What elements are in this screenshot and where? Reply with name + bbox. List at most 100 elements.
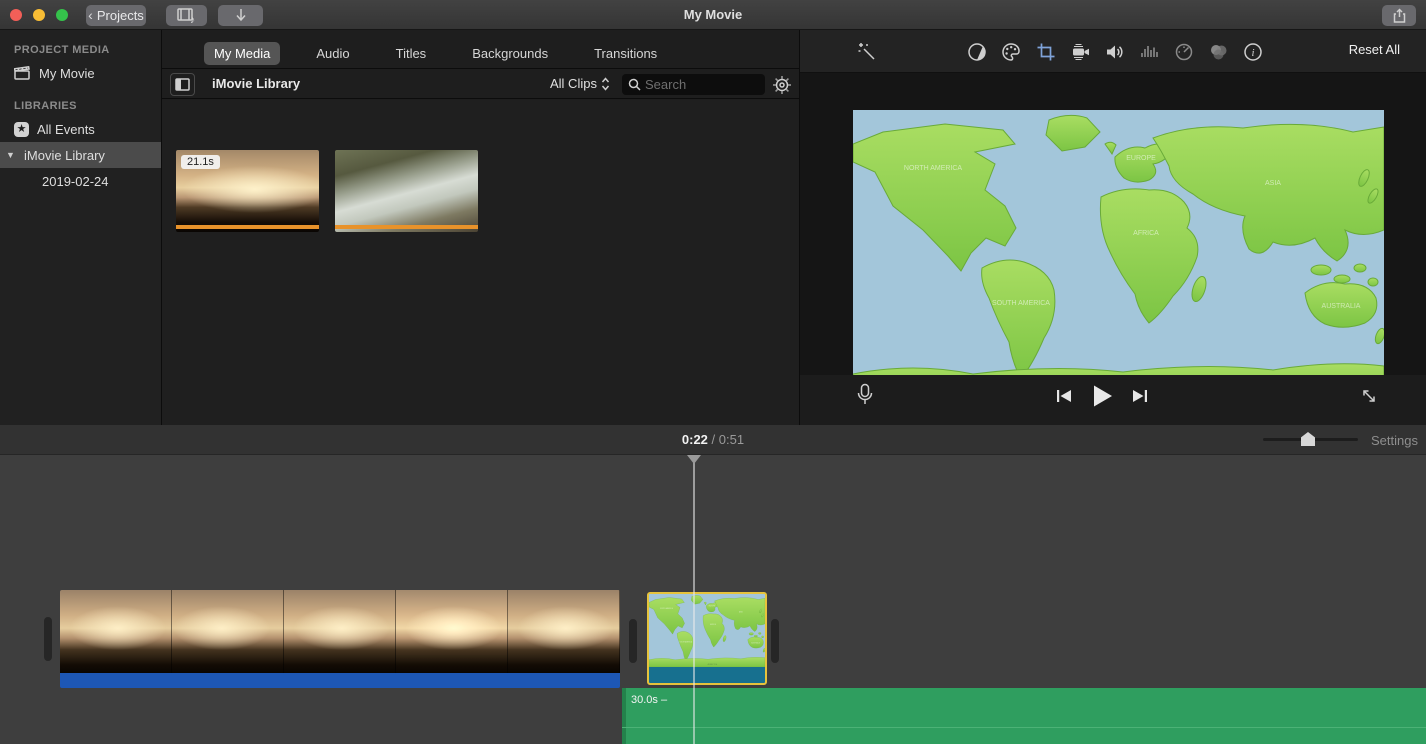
preview-frame-world-map: [853, 110, 1384, 403]
sidebar-toggle-button[interactable]: [170, 73, 195, 96]
imovie-library-label: iMovie Library: [24, 148, 105, 163]
svg-text:i: i: [1251, 47, 1254, 59]
audio-waveform-bar: [60, 673, 620, 688]
all-clips-filter[interactable]: All Clips: [550, 76, 610, 91]
tab-my-media[interactable]: My Media: [204, 42, 280, 65]
stabilization-button[interactable]: [1069, 40, 1093, 64]
clapperboard-icon: [14, 66, 31, 80]
appearance-settings-button[interactable]: [770, 73, 794, 97]
playhead-line[interactable]: [693, 459, 695, 744]
filmstrip-frames: [60, 590, 620, 673]
map-clip-thumbnail: [649, 594, 765, 667]
usage-stripe: [176, 225, 319, 229]
library-header: iMovie Library All Clips Search: [162, 68, 799, 99]
fullscreen-button[interactable]: [1358, 385, 1380, 407]
sidebar-item-my-movie[interactable]: My Movie: [0, 60, 161, 86]
clip-grid: 21.1s: [162, 100, 799, 425]
playback-controls: [800, 375, 1426, 425]
libraries-header: LIBRARIES: [14, 100, 161, 112]
reset-all-button[interactable]: Reset All: [1349, 42, 1400, 57]
share-icon: [1392, 8, 1407, 24]
color-balance-icon: [967, 42, 987, 62]
sidebar-item-event-date[interactable]: 2019-02-24: [0, 168, 161, 194]
star-icon: ★: [14, 122, 29, 137]
clip-left-edge: [622, 688, 626, 744]
tab-audio[interactable]: Audio: [306, 42, 359, 65]
timeline-settings-button[interactable]: Settings: [1371, 433, 1418, 448]
speaker-icon: [1105, 42, 1126, 62]
trim-handle-map-right[interactable]: [771, 619, 779, 663]
speedometer-icon: [1174, 42, 1194, 62]
timeline-header: 0:22 / 0:51 Settings: [0, 425, 1426, 455]
trim-handle-map-left[interactable]: [629, 619, 637, 663]
tab-transitions[interactable]: Transitions: [584, 42, 667, 65]
clip-thumbnail-rocky-coast[interactable]: [335, 150, 478, 232]
tab-titles[interactable]: Titles: [386, 42, 437, 65]
event-date-label: 2019-02-24: [42, 174, 109, 189]
background-clip-duration-label: 30.0s –: [631, 694, 667, 706]
waveform-midline: [622, 727, 1426, 728]
fullscreen-diagonal-arrows-icon: [1358, 385, 1380, 407]
speed-button[interactable]: [1172, 40, 1196, 64]
timeline-zoom-slider[interactable]: [1263, 438, 1358, 441]
noise-reduction-button[interactable]: [1138, 40, 1162, 64]
crop-icon: [1036, 42, 1056, 62]
skip-back-icon: [1055, 387, 1073, 405]
media-tabs: My Media Audio Titles Backgrounds Transi…: [162, 38, 799, 68]
map-clip-audio-bar: [649, 667, 765, 683]
playhead-handle[interactable]: [687, 455, 701, 464]
color-balance-button[interactable]: [965, 40, 989, 64]
previous-button[interactable]: [1055, 387, 1073, 405]
preview-pane: i Reset All: [800, 30, 1426, 425]
timeline[interactable]: 30.0s –: [0, 455, 1426, 744]
filter-label: All Clips: [550, 76, 597, 91]
imovie-window: NORTH AMERICA SOUTH AMERICA EUROPE AFRIC…: [0, 0, 1426, 744]
gear-icon: [772, 75, 792, 95]
timeline-clip-sunset[interactable]: [60, 590, 620, 688]
project-media-header: PROJECT MEDIA: [14, 44, 161, 56]
updown-chevrons-icon: [601, 77, 610, 91]
magic-wand-icon: [857, 42, 877, 62]
adjust-toolbar: i Reset All: [800, 30, 1426, 73]
crop-button[interactable]: [1034, 40, 1058, 64]
info-button[interactable]: i: [1241, 40, 1265, 64]
media-browser: My Media Audio Titles Backgrounds Transi…: [162, 30, 800, 425]
clip-filter-button[interactable]: [1207, 40, 1231, 64]
adjust-tools-group: i: [965, 40, 1265, 64]
tab-backgrounds[interactable]: Backgrounds: [462, 42, 558, 65]
duration-badge: 21.1s: [181, 155, 220, 169]
video-camera-icon: [1070, 42, 1092, 62]
skip-forward-icon: [1131, 387, 1149, 405]
sidebar-item-all-events[interactable]: ★ All Events: [0, 116, 161, 142]
time-separator: /: [712, 432, 716, 447]
info-icon: i: [1243, 42, 1263, 62]
my-movie-label: My Movie: [39, 66, 95, 81]
sidebar-item-imovie-library[interactable]: ▼ iMovie Library: [0, 142, 161, 168]
search-icon: [628, 78, 641, 91]
play-icon: [1089, 383, 1115, 409]
search-input[interactable]: Search: [622, 74, 765, 95]
share-button[interactable]: [1382, 5, 1416, 26]
auto-enhance-button[interactable]: [855, 40, 879, 64]
next-button[interactable]: [1131, 387, 1149, 405]
usage-stripe: [335, 225, 478, 229]
disclosure-triangle-icon[interactable]: ▼: [6, 150, 16, 160]
search-placeholder: Search: [645, 77, 686, 92]
equalizer-bars-icon: [1140, 42, 1160, 62]
play-button[interactable]: [1089, 383, 1115, 409]
viewer: [800, 73, 1426, 405]
color-palette-icon: [1001, 42, 1022, 62]
titlebar: ‹ Projects ♪ My Movie: [0, 0, 1426, 30]
timeline-background-music-clip[interactable]: 30.0s –: [622, 688, 1426, 744]
timeline-clip-map-selected[interactable]: [647, 592, 767, 685]
microphone-icon: [856, 383, 874, 409]
color-correction-button[interactable]: [1000, 40, 1024, 64]
volume-button[interactable]: [1103, 40, 1127, 64]
record-voiceover-button[interactable]: [856, 383, 874, 409]
transport-controls: [1055, 383, 1149, 409]
current-time: 0:22: [682, 432, 708, 447]
clip-thumbnail-sunset-lighthouse[interactable]: 21.1s: [176, 150, 319, 232]
trim-handle-left[interactable]: [44, 617, 52, 661]
time-display: 0:22 / 0:51: [0, 432, 1426, 447]
all-events-label: All Events: [37, 122, 95, 137]
